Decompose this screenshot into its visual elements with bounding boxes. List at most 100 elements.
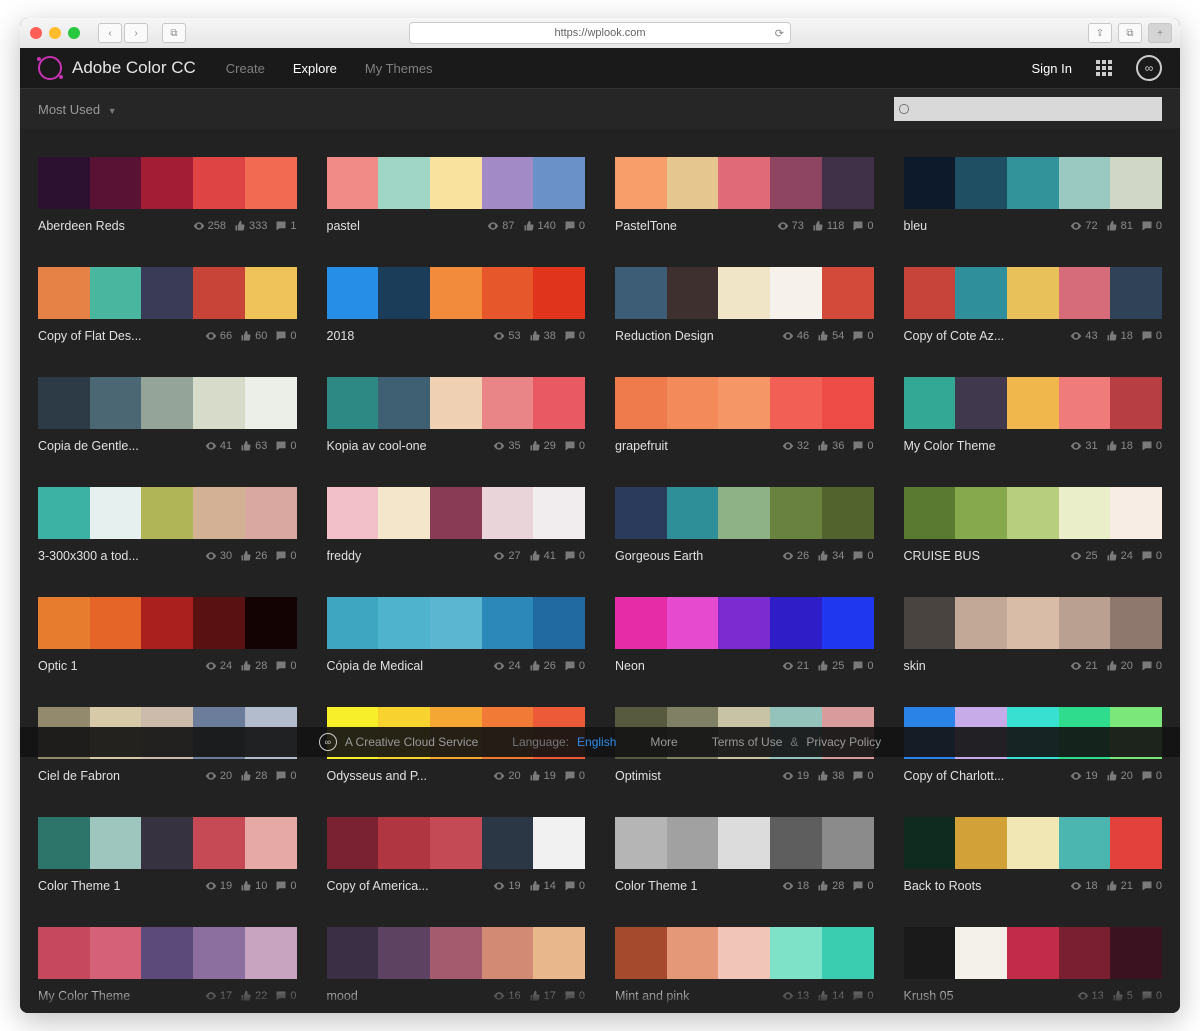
views-stat: 18 (782, 880, 809, 892)
palette-card[interactable]: Copy of Cote Az...43180 (904, 267, 1163, 343)
color-swatch (718, 157, 770, 209)
zoom-window-icon[interactable] (68, 27, 80, 39)
sort-label: Most Used (38, 102, 100, 117)
color-swatch (245, 487, 297, 539)
palette-card[interactable]: Kopia av cool-one35290 (327, 377, 586, 453)
palette-card[interactable]: skin21200 (904, 597, 1163, 673)
palette-card[interactable]: Copy of America...19140 (327, 817, 586, 893)
filter-bar: Most Used ▼ (20, 88, 1180, 129)
color-swatch (770, 817, 822, 869)
color-swatch (141, 927, 193, 979)
palette-card[interactable]: Back to Roots18210 (904, 817, 1163, 893)
comments-stat: 0 (564, 770, 585, 782)
color-swatch (533, 377, 585, 429)
swatch-row (38, 597, 297, 649)
color-swatch (533, 817, 585, 869)
color-swatch (1007, 377, 1059, 429)
comments-stat: 0 (1141, 550, 1162, 562)
language-select[interactable]: English (577, 735, 616, 749)
palette-card[interactable]: Color Theme 119100 (38, 817, 297, 893)
color-swatch (1007, 927, 1059, 979)
palette-meta: 201853380 (327, 329, 586, 343)
color-swatch (482, 597, 534, 649)
minimize-window-icon[interactable] (49, 27, 61, 39)
sidebar-toggle-icon[interactable]: ⧉ (162, 23, 186, 43)
likes-stat: 34 (817, 550, 844, 562)
swatch-row (327, 487, 586, 539)
tab-create[interactable]: Create (226, 61, 265, 76)
color-swatch (327, 817, 379, 869)
color-swatch (378, 267, 430, 319)
palette-card[interactable]: pastel871400 (327, 157, 586, 233)
color-swatch (1059, 487, 1111, 539)
color-swatch (90, 157, 142, 209)
likes-stat: 19 (529, 770, 556, 782)
tab-my-themes[interactable]: My Themes (365, 61, 433, 76)
color-swatch (193, 267, 245, 319)
palette-card[interactable]: Cópia de Medical24260 (327, 597, 586, 673)
sort-dropdown[interactable]: Most Used ▼ (38, 102, 117, 117)
footer-more-link[interactable]: More (650, 735, 677, 749)
palette-card[interactable]: CRUISE BUS25240 (904, 487, 1163, 563)
palette-meta: pastel871400 (327, 219, 586, 233)
apps-grid-icon[interactable] (1096, 60, 1112, 76)
palette-card[interactable]: bleu72810 (904, 157, 1163, 233)
palette-title: grapefruit (615, 439, 774, 453)
color-swatch (1110, 597, 1162, 649)
color-swatch (904, 157, 956, 209)
swatch-row (615, 377, 874, 429)
likes-stat: 28 (240, 660, 267, 672)
forward-button[interactable]: › (124, 23, 148, 43)
palette-card[interactable]: 3-300x300 a tod...30260 (38, 487, 297, 563)
color-swatch (822, 487, 874, 539)
color-swatch (822, 267, 874, 319)
palette-card[interactable]: Gorgeous Earth26340 (615, 487, 874, 563)
palette-title: freddy (327, 549, 486, 563)
likes-stat: 81 (1106, 220, 1133, 232)
palette-card[interactable]: Aberdeen Reds2583331 (38, 157, 297, 233)
creative-cloud-icon[interactable]: ∞ (1136, 55, 1162, 81)
chevron-down-icon: ▼ (108, 106, 117, 116)
palette-card[interactable]: Copia de Gentle...41630 (38, 377, 297, 453)
palette-title: Copy of Cote Az... (904, 329, 1063, 343)
color-swatch (615, 597, 667, 649)
palette-card[interactable]: My Color Theme31180 (904, 377, 1163, 453)
color-swatch (90, 377, 142, 429)
color-swatch (904, 487, 956, 539)
palette-card[interactable]: Color Theme 118280 (615, 817, 874, 893)
terms-link[interactable]: Terms of Use (712, 735, 783, 749)
palette-card[interactable]: Copy of Flat Des...66600 (38, 267, 297, 343)
likes-stat: 63 (240, 440, 267, 452)
sign-in-link[interactable]: Sign In (1032, 61, 1072, 76)
palette-card[interactable]: grapefruit32360 (615, 377, 874, 453)
palette-card[interactable]: 201853380 (327, 267, 586, 343)
tab-explore[interactable]: Explore (293, 61, 337, 76)
swatch-row (904, 817, 1163, 869)
palette-card[interactable]: freddy27410 (327, 487, 586, 563)
swatch-row (38, 267, 297, 319)
color-swatch (1007, 157, 1059, 209)
share-icon[interactable]: ⇪ (1088, 23, 1112, 43)
close-window-icon[interactable] (30, 27, 42, 39)
privacy-link[interactable]: Privacy Policy (806, 735, 881, 749)
palette-title: 2018 (327, 329, 486, 343)
address-bar[interactable]: https://wplook.com ⟳ (409, 22, 791, 44)
color-swatch (667, 157, 719, 209)
palette-title: Color Theme 1 (38, 879, 197, 893)
comments-stat: 0 (275, 880, 296, 892)
likes-stat: 41 (529, 550, 556, 562)
new-tab-button[interactable]: + (1148, 23, 1172, 43)
color-swatch (430, 267, 482, 319)
tabs-icon[interactable]: ⧉ (1118, 23, 1142, 43)
back-button[interactable]: ‹ (98, 23, 122, 43)
palette-card[interactable]: Optic 124280 (38, 597, 297, 673)
likes-stat: 29 (529, 440, 556, 452)
color-swatch (770, 157, 822, 209)
color-swatch (955, 267, 1007, 319)
palette-card[interactable]: PastelTone731180 (615, 157, 874, 233)
palette-card[interactable]: Neon21250 (615, 597, 874, 673)
palette-meta: Neon21250 (615, 659, 874, 673)
search-input[interactable] (894, 97, 1162, 121)
palette-card[interactable]: Reduction Design46540 (615, 267, 874, 343)
swatch-row (327, 267, 586, 319)
